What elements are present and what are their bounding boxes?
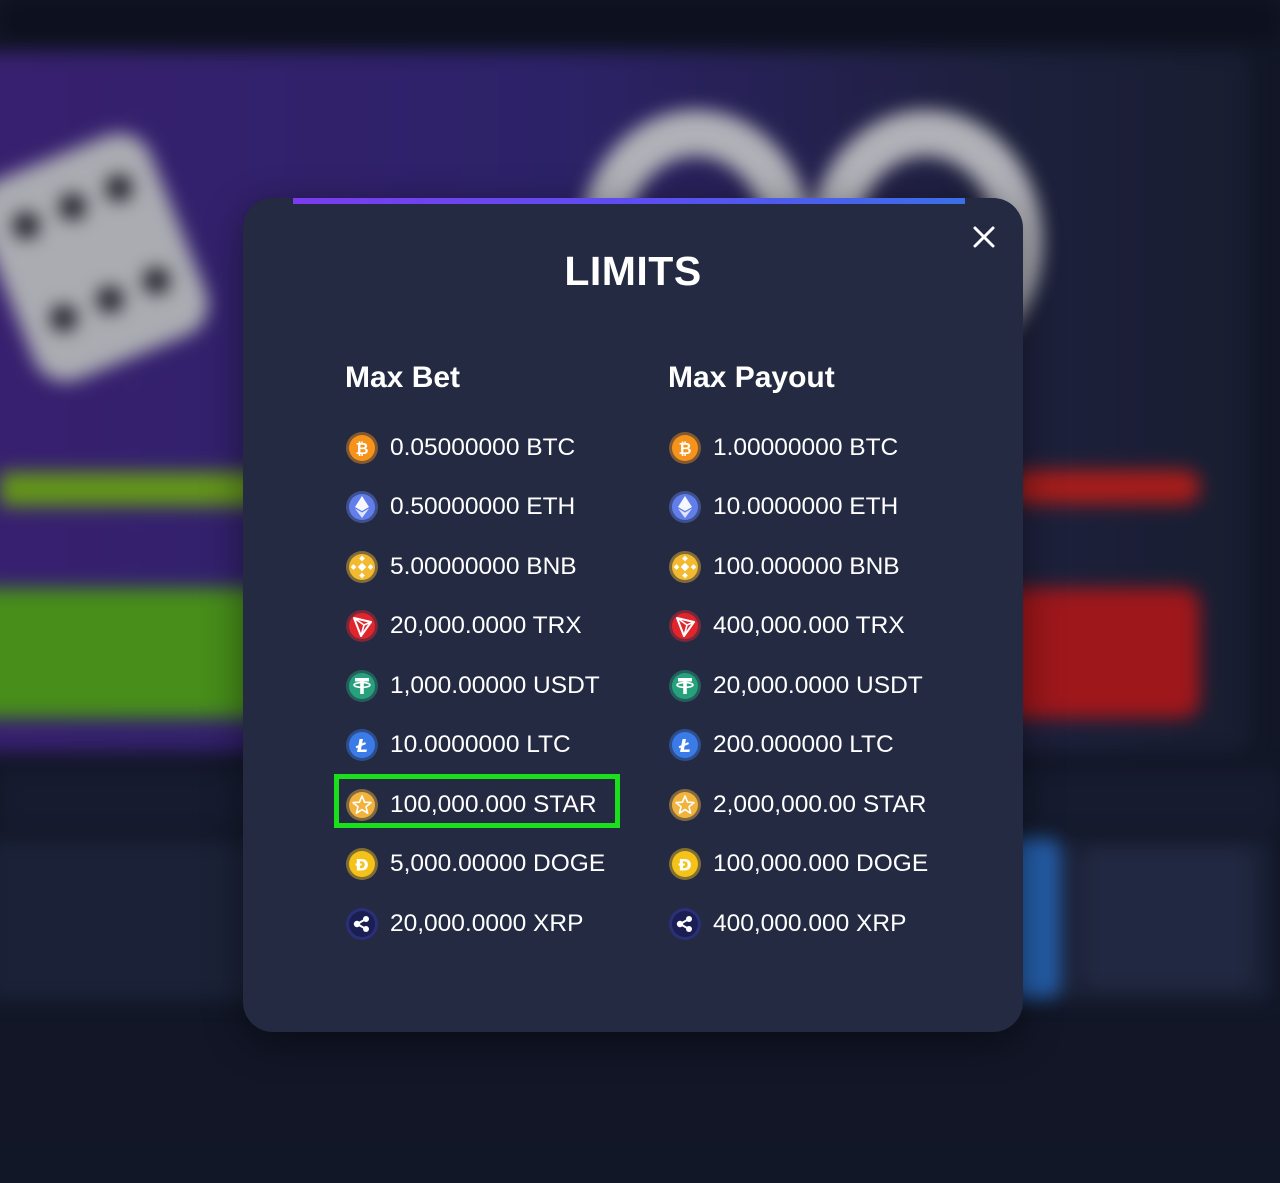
- limit-amount: 10.0000000 LTC: [390, 731, 571, 759]
- limit-amount: 20,000.0000 TRX: [390, 612, 582, 640]
- dogecoin-icon: Đ: [345, 847, 379, 881]
- max-bet-heading: Max Bet: [345, 361, 461, 394]
- xrp-icon: [668, 907, 702, 941]
- limit-row-trx: 400,000.000 TRX: [668, 597, 928, 657]
- limit-amount: 200.000000 LTC: [713, 731, 894, 759]
- litecoin-icon-graphic: Ł: [669, 729, 701, 762]
- max-bet-column: Max Bet ₿ 0.05000000 BTC 0.50000000 ETH 5.0…: [334, 356, 620, 954]
- bnb-icon: [345, 550, 379, 584]
- limit-row-btc: ₿ 0.05000000 BTC: [345, 418, 605, 478]
- limit-amount: 5.00000000 BNB: [390, 552, 577, 580]
- limit-row-eth: 10.0000000 ETH: [668, 478, 928, 538]
- xrp-icon-graphic: [669, 907, 701, 940]
- tether-icon-graphic: [669, 669, 701, 702]
- limit-row-bnb: 100.000000 BNB: [668, 537, 928, 597]
- dogecoin-icon-graphic: Đ: [669, 848, 701, 881]
- bitcoin-icon-graphic: ₿: [346, 431, 378, 464]
- limit-amount: 400,000.000 XRP: [713, 909, 907, 937]
- limit-row-btc: ₿ 1.00000000 BTC: [668, 418, 928, 478]
- max-payout-column: Max Payout ₿ 1.00000000 BTC 10.0000000 ETH…: [668, 356, 928, 954]
- litecoin-icon-graphic: Ł: [346, 729, 378, 762]
- tron-icon-graphic: [669, 610, 701, 643]
- svg-text:₿: ₿: [678, 439, 691, 458]
- max-payout-list: ₿ 1.00000000 BTC 10.0000000 ETH 100.000000 …: [668, 418, 928, 954]
- svg-text:Đ: Đ: [355, 856, 368, 875]
- svg-text:Đ: Đ: [678, 856, 691, 875]
- limit-amount: 20,000.0000 USDT: [713, 671, 923, 699]
- tether-icon: [345, 669, 379, 703]
- ethereum-icon-graphic: [346, 491, 378, 524]
- tether-icon-graphic: [346, 669, 378, 702]
- limit-amount: 2,000,000.00 STAR: [713, 790, 927, 818]
- ethereum-icon: [345, 490, 379, 524]
- limit-row-ltc: Ł 200.000000 LTC: [668, 716, 928, 776]
- xrp-icon-graphic: [346, 907, 378, 940]
- dogecoin-icon: Đ: [668, 847, 702, 881]
- limit-row-usdt: 1,000.00000 USDT: [345, 656, 605, 716]
- limit-row-xrp: 20,000.0000 XRP: [345, 894, 605, 954]
- limit-amount: 1,000.00000 USDT: [390, 671, 600, 699]
- svg-text:Ł: Ł: [355, 736, 368, 757]
- tron-icon-graphic: [346, 610, 378, 643]
- tether-icon: [668, 669, 702, 703]
- limit-amount: 100.000000 BNB: [713, 552, 900, 580]
- litecoin-icon: Ł: [345, 728, 379, 762]
- limit-row-xrp: 400,000.000 XRP: [668, 894, 928, 954]
- limit-row-eth: 0.50000000 ETH: [345, 478, 605, 538]
- limit-amount: 400,000.000 TRX: [713, 612, 905, 640]
- bitcoin-icon: ₿: [668, 431, 702, 465]
- max-payout-heading: Max Payout: [668, 361, 835, 394]
- tron-icon: [668, 609, 702, 643]
- limit-amount: 10.0000000 ETH: [713, 493, 899, 521]
- limit-row-doge: Đ 5,000.00000 DOGE: [345, 835, 605, 895]
- ethereum-icon-graphic: [669, 491, 701, 524]
- limit-amount: 1.00000000 BTC: [713, 433, 899, 461]
- bitcoin-icon-graphic: ₿: [669, 431, 701, 464]
- bnb-icon-graphic: [669, 550, 701, 583]
- bnb-icon: [668, 550, 702, 584]
- svg-text:Ł: Ł: [678, 736, 691, 757]
- svg-text:₿: ₿: [355, 439, 368, 458]
- star-coin-icon-graphic: [669, 788, 701, 821]
- limit-amount: 5,000.00000 DOGE: [390, 850, 606, 878]
- limit-amount: 100,000.000 DOGE: [713, 850, 929, 878]
- star-coin-icon: [668, 788, 702, 822]
- dogecoin-icon-graphic: Đ: [346, 848, 378, 881]
- tron-icon: [345, 609, 379, 643]
- modal-accent-bar: [293, 198, 965, 204]
- highlight-box: [334, 774, 620, 828]
- limit-row-ltc: Ł 10.0000000 LTC: [345, 716, 605, 776]
- max-bet-list: ₿ 0.05000000 BTC 0.50000000 ETH 5.00000000 …: [334, 418, 620, 954]
- limit-row-doge: Đ 100,000.000 DOGE: [668, 835, 928, 895]
- limit-amount: 20,000.0000 XRP: [390, 909, 584, 937]
- limit-amount: 0.50000000 ETH: [390, 493, 576, 521]
- limit-amount: 0.05000000 BTC: [390, 433, 576, 461]
- limit-row-star: 100,000.000 STAR: [334, 774, 620, 835]
- limit-row-star: 2,000,000.00 STAR: [668, 775, 928, 835]
- limit-row-trx: 20,000.0000 TRX: [345, 597, 605, 657]
- limit-row-bnb: 5.00000000 BNB: [345, 537, 605, 597]
- litecoin-icon: Ł: [668, 728, 702, 762]
- ethereum-icon: [668, 490, 702, 524]
- limit-row-usdt: 20,000.0000 USDT: [668, 656, 928, 716]
- xrp-icon: [345, 907, 379, 941]
- limits-modal: LIMITS Max Bet ₿ 0.05000000 BTC 0.50000000…: [243, 198, 1023, 1032]
- bnb-icon-graphic: [346, 550, 378, 583]
- modal-title: LIMITS: [564, 248, 702, 294]
- bitcoin-icon: ₿: [345, 431, 379, 465]
